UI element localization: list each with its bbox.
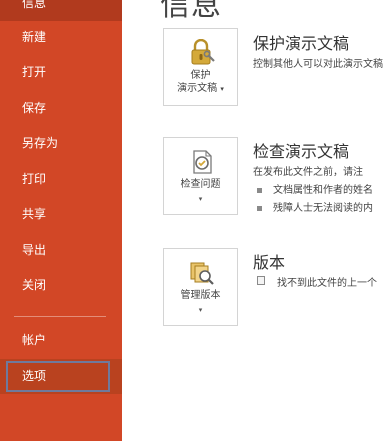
nav-item-new[interactable]: 新建 bbox=[0, 20, 122, 55]
manage-versions-button[interactable]: 管理版本 ▾ bbox=[163, 248, 238, 326]
inspect-bullet: 文档属性和作者的姓名 bbox=[257, 181, 373, 196]
chevron-down-icon: ▾ bbox=[220, 85, 224, 93]
nav-item-account[interactable]: 帐户 bbox=[0, 323, 122, 358]
versions-tile-label: 管理版本 bbox=[180, 290, 221, 301]
protect-presentation-button[interactable]: 保护 演示文稿 ▾ bbox=[163, 28, 238, 106]
inspect-heading: 检查演示文稿 bbox=[253, 142, 350, 161]
protect-tile-label-2: 演示文稿 ▾ bbox=[164, 82, 237, 96]
nav-item-save[interactable]: 保存 bbox=[0, 91, 122, 126]
protect-description: 控制其他人可以对此演示文稿 bbox=[253, 59, 383, 70]
backstage-nav: 信息 新建 打开 保存 另存为 打印 共享 导出 关闭 帐户 选项 bbox=[0, 0, 122, 441]
nav-item-share[interactable]: 共享 bbox=[0, 197, 122, 232]
nav-item-export[interactable]: 导出 bbox=[0, 233, 122, 268]
nav-item-print[interactable]: 打印 bbox=[0, 162, 122, 197]
protect-tile-label-1: 保护 bbox=[190, 70, 211, 81]
protect-heading: 保护演示文稿 bbox=[253, 34, 350, 53]
chevron-down-icon: ▾ bbox=[198, 306, 203, 314]
document-icon bbox=[257, 276, 265, 285]
inspect-bullet-text-1: 文档属性和作者的姓名 bbox=[273, 185, 373, 196]
page-title: 信息 bbox=[160, 0, 222, 23]
nav-item-info[interactable]: 信息 bbox=[0, 0, 122, 21]
nav-item-save-as[interactable]: 另存为 bbox=[0, 126, 122, 161]
nav-item-open[interactable]: 打开 bbox=[0, 55, 122, 90]
manage-versions-icon bbox=[190, 262, 214, 285]
inspect-bullet-text-2: 残障人士无法阅读的内 bbox=[273, 203, 373, 214]
versions-description: 找不到此文件的上一个 bbox=[277, 278, 377, 289]
nav-divider bbox=[14, 316, 106, 317]
lock-key-icon bbox=[191, 39, 215, 65]
check-for-issues-button[interactable]: 检查问题 ▾ bbox=[163, 137, 238, 215]
nav-item-close[interactable]: 关闭 bbox=[0, 268, 122, 303]
bullet-square-icon bbox=[257, 205, 262, 211]
versions-heading: 版本 bbox=[253, 253, 286, 272]
inspect-description: 在发布此文件之前，请注 bbox=[253, 167, 363, 178]
inspect-tile-label: 检查问题 bbox=[180, 179, 221, 190]
inspect-bullet: 残障人士无法阅读的内 bbox=[257, 199, 373, 214]
bullet-square-icon bbox=[257, 187, 262, 193]
info-panel: 信息 保护 演示文稿 ▾ 保护演示文稿 控制其他人可以对此演示文稿 检查问题 ▾… bbox=[122, 0, 386, 441]
options-focus-highlight bbox=[6, 361, 110, 392]
protect-tile-label-text: 演示文稿 bbox=[177, 83, 218, 94]
inspect-document-icon bbox=[193, 150, 212, 174]
chevron-down-icon: ▾ bbox=[198, 195, 203, 203]
